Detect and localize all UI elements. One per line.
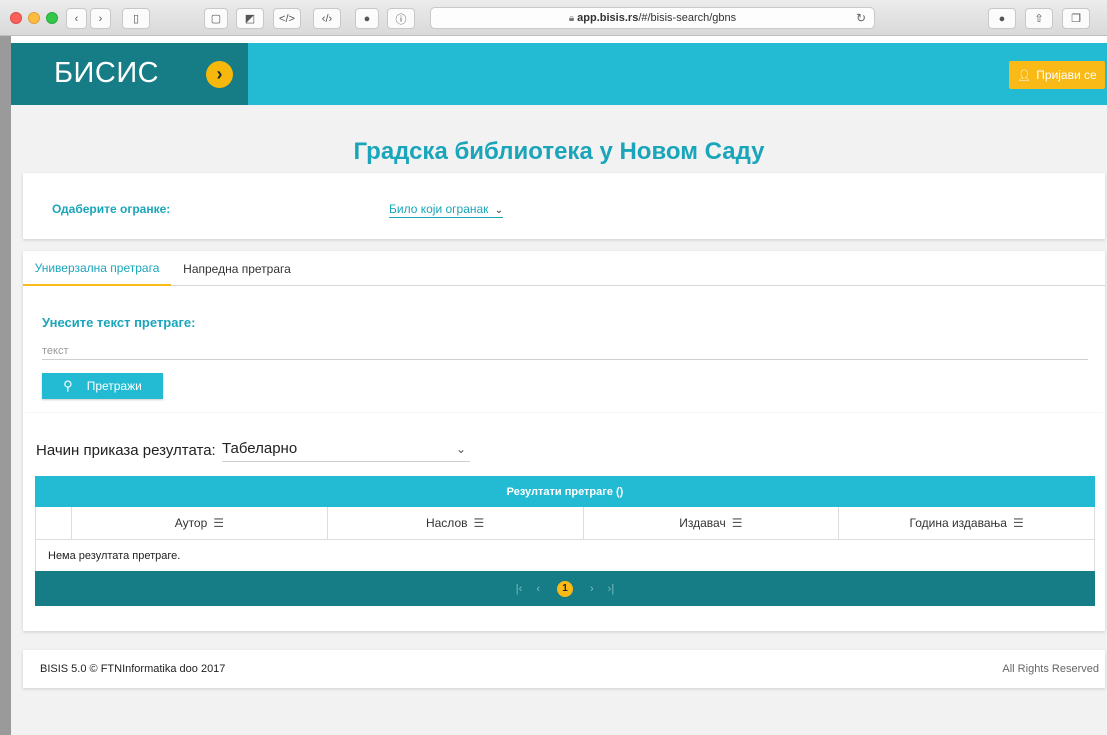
extension-icon[interactable]: ◩ bbox=[236, 8, 264, 29]
branch-dropdown[interactable]: Било који огранак ⌄ bbox=[389, 202, 504, 218]
branch-label: Одаберите огранке: bbox=[52, 202, 171, 216]
extension-icon[interactable]: ▢ bbox=[204, 8, 228, 29]
column-header-label: Издавач bbox=[679, 516, 726, 530]
tab-universal-search[interactable]: Универзална претрага bbox=[23, 251, 171, 286]
sort-icon[interactable]: ☰ bbox=[474, 516, 485, 530]
zoom-window-button[interactable] bbox=[46, 12, 58, 24]
column-header-publisher[interactable]: Издавач ☰ bbox=[584, 507, 840, 539]
results-card: Начин приказа резултата: Табеларно ⌄ Рез… bbox=[23, 413, 1105, 631]
close-window-button[interactable] bbox=[10, 12, 22, 24]
footer: BISIS 5.0 © FTNInformatika doo 2017 All … bbox=[23, 650, 1105, 688]
column-header-author[interactable]: Аутор ☰ bbox=[72, 507, 328, 539]
previous-page-icon[interactable]: ‹ bbox=[536, 583, 540, 595]
footer-rights: All Rights Reserved bbox=[1002, 663, 1099, 675]
share-icon[interactable]: ⇧ bbox=[1025, 8, 1053, 29]
search-heading: Унесите текст претраге: bbox=[42, 315, 196, 330]
column-header-label: Аутор bbox=[174, 516, 208, 530]
table-header: Аутор ☰ Наслов ☰ Издавач ☰ Година издава… bbox=[35, 507, 1095, 540]
login-label: Пријави се bbox=[1036, 68, 1097, 82]
empty-results-message: Нема резултата претраге. bbox=[35, 540, 1095, 571]
page-title: Градска библиотека у Новом Саду bbox=[353, 138, 765, 165]
search-icon: ⚲ bbox=[63, 378, 73, 393]
back-icon[interactable]: ‹ bbox=[66, 8, 87, 29]
column-header-title[interactable]: Наслов ☰ bbox=[328, 507, 584, 539]
sort-icon[interactable]: ☰ bbox=[213, 516, 224, 530]
column-header-label: Наслов bbox=[425, 516, 468, 530]
column-header-year[interactable]: Година издавања ☰ bbox=[839, 507, 1094, 539]
code-icon[interactable]: </> bbox=[273, 8, 301, 29]
pagination: |‹ ‹ 1 › ›| bbox=[35, 571, 1095, 606]
info-icon[interactable]: ⓘ bbox=[387, 8, 415, 29]
search-button-label: Претражи bbox=[86, 379, 142, 393]
branch-selected: Било који огранак bbox=[389, 202, 489, 216]
window-edge bbox=[0, 36, 11, 735]
extension-circle-icon[interactable]: ● bbox=[355, 8, 379, 29]
search-button[interactable]: ⚲ Претражи bbox=[42, 373, 163, 399]
user-icon: 👤︎ bbox=[1017, 69, 1032, 82]
sidebar-icon[interactable]: ▯ bbox=[122, 8, 150, 29]
search-card: Универзална претрага Напредна претрага У… bbox=[23, 251, 1105, 413]
chevron-down-icon: ⌄ bbox=[494, 205, 504, 216]
menu-toggle-icon[interactable]: › bbox=[206, 61, 233, 88]
address-bar[interactable]: 🔒︎ app.bisis.rs /#/bisis-search/gbns ↻ bbox=[430, 7, 875, 29]
minimize-window-button[interactable] bbox=[28, 12, 40, 24]
table-title: Резултати претраге () bbox=[35, 476, 1095, 507]
display-mode-label: Начин приказа резултата: bbox=[36, 442, 216, 459]
brand-logo[interactable]: БИСИС bbox=[54, 57, 159, 90]
reload-icon[interactable]: ↻ bbox=[856, 11, 866, 25]
search-input[interactable] bbox=[42, 342, 1088, 360]
select-column-header bbox=[36, 507, 72, 539]
sort-icon[interactable]: ☰ bbox=[732, 516, 743, 530]
branch-card: Одаберите огранке: Било који огранак ⌄ bbox=[23, 173, 1105, 239]
last-page-icon[interactable]: ›| bbox=[608, 583, 615, 595]
tabs-icon[interactable]: ❐ bbox=[1062, 8, 1090, 29]
current-page[interactable]: 1 bbox=[557, 580, 573, 597]
next-page-icon[interactable]: › bbox=[590, 583, 594, 595]
login-button[interactable]: 👤︎ Пријави се bbox=[1009, 61, 1105, 89]
tab-advanced-search[interactable]: Напредна претрага bbox=[175, 251, 299, 286]
code-toggle-icon[interactable]: ‹/› bbox=[313, 8, 341, 29]
first-page-icon[interactable]: |‹ bbox=[516, 583, 523, 595]
sort-icon[interactable]: ☰ bbox=[1013, 516, 1024, 530]
column-header-label: Година издавања bbox=[909, 516, 1007, 530]
chevron-down-icon: ⌄ bbox=[455, 442, 466, 456]
page-body: Градска библиотека у Новом Саду Одаберит… bbox=[11, 105, 1107, 735]
brand-panel: БИСИС › bbox=[11, 43, 248, 105]
address-path: /#/bisis-search/gbns bbox=[638, 12, 737, 24]
display-mode-value: Табеларно bbox=[222, 440, 298, 457]
forward-icon[interactable]: › bbox=[90, 8, 111, 29]
browser-toolbar: ‹ › ▯ ▢ ◩ </> ‹/› ● ⓘ 🔒︎ app.bisis.rs /#… bbox=[0, 0, 1107, 36]
footer-copyright: BISIS 5.0 © FTNInformatika doo 2017 bbox=[40, 663, 226, 675]
results-table: Резултати претраге () Аутор ☰ Наслов ☰ И… bbox=[35, 476, 1095, 606]
downloads-icon[interactable]: ● bbox=[988, 8, 1016, 29]
app-header: БИСИС › 👤︎ Пријави се bbox=[11, 43, 1107, 105]
display-mode-select[interactable]: Табеларно ⌄ bbox=[222, 440, 470, 462]
address-host: app.bisis.rs bbox=[577, 12, 639, 24]
search-tabs: Универзална претрага Напредна претрага bbox=[23, 251, 1105, 286]
lock-icon: 🔒︎ bbox=[568, 12, 575, 24]
